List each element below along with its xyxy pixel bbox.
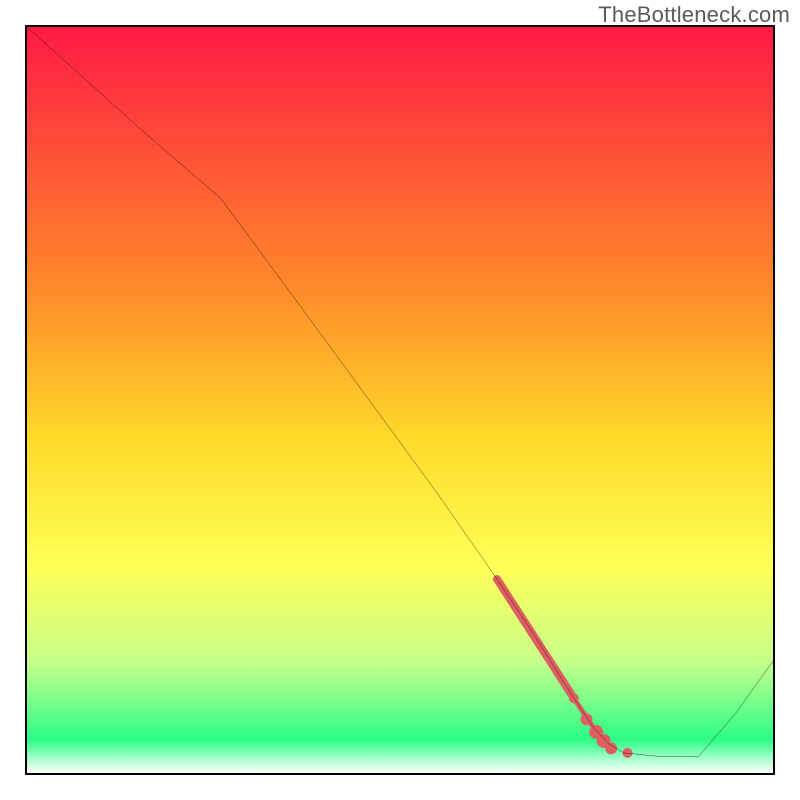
highlight-point xyxy=(569,693,579,703)
foreground-layer xyxy=(27,27,773,773)
highlight-layer xyxy=(497,579,633,758)
plot-area xyxy=(25,25,775,775)
bottleneck-curve xyxy=(27,27,773,757)
chart-frame: TheBottleneck.com xyxy=(0,0,800,800)
highlight-segment xyxy=(497,579,572,695)
highlight-point xyxy=(605,742,617,754)
